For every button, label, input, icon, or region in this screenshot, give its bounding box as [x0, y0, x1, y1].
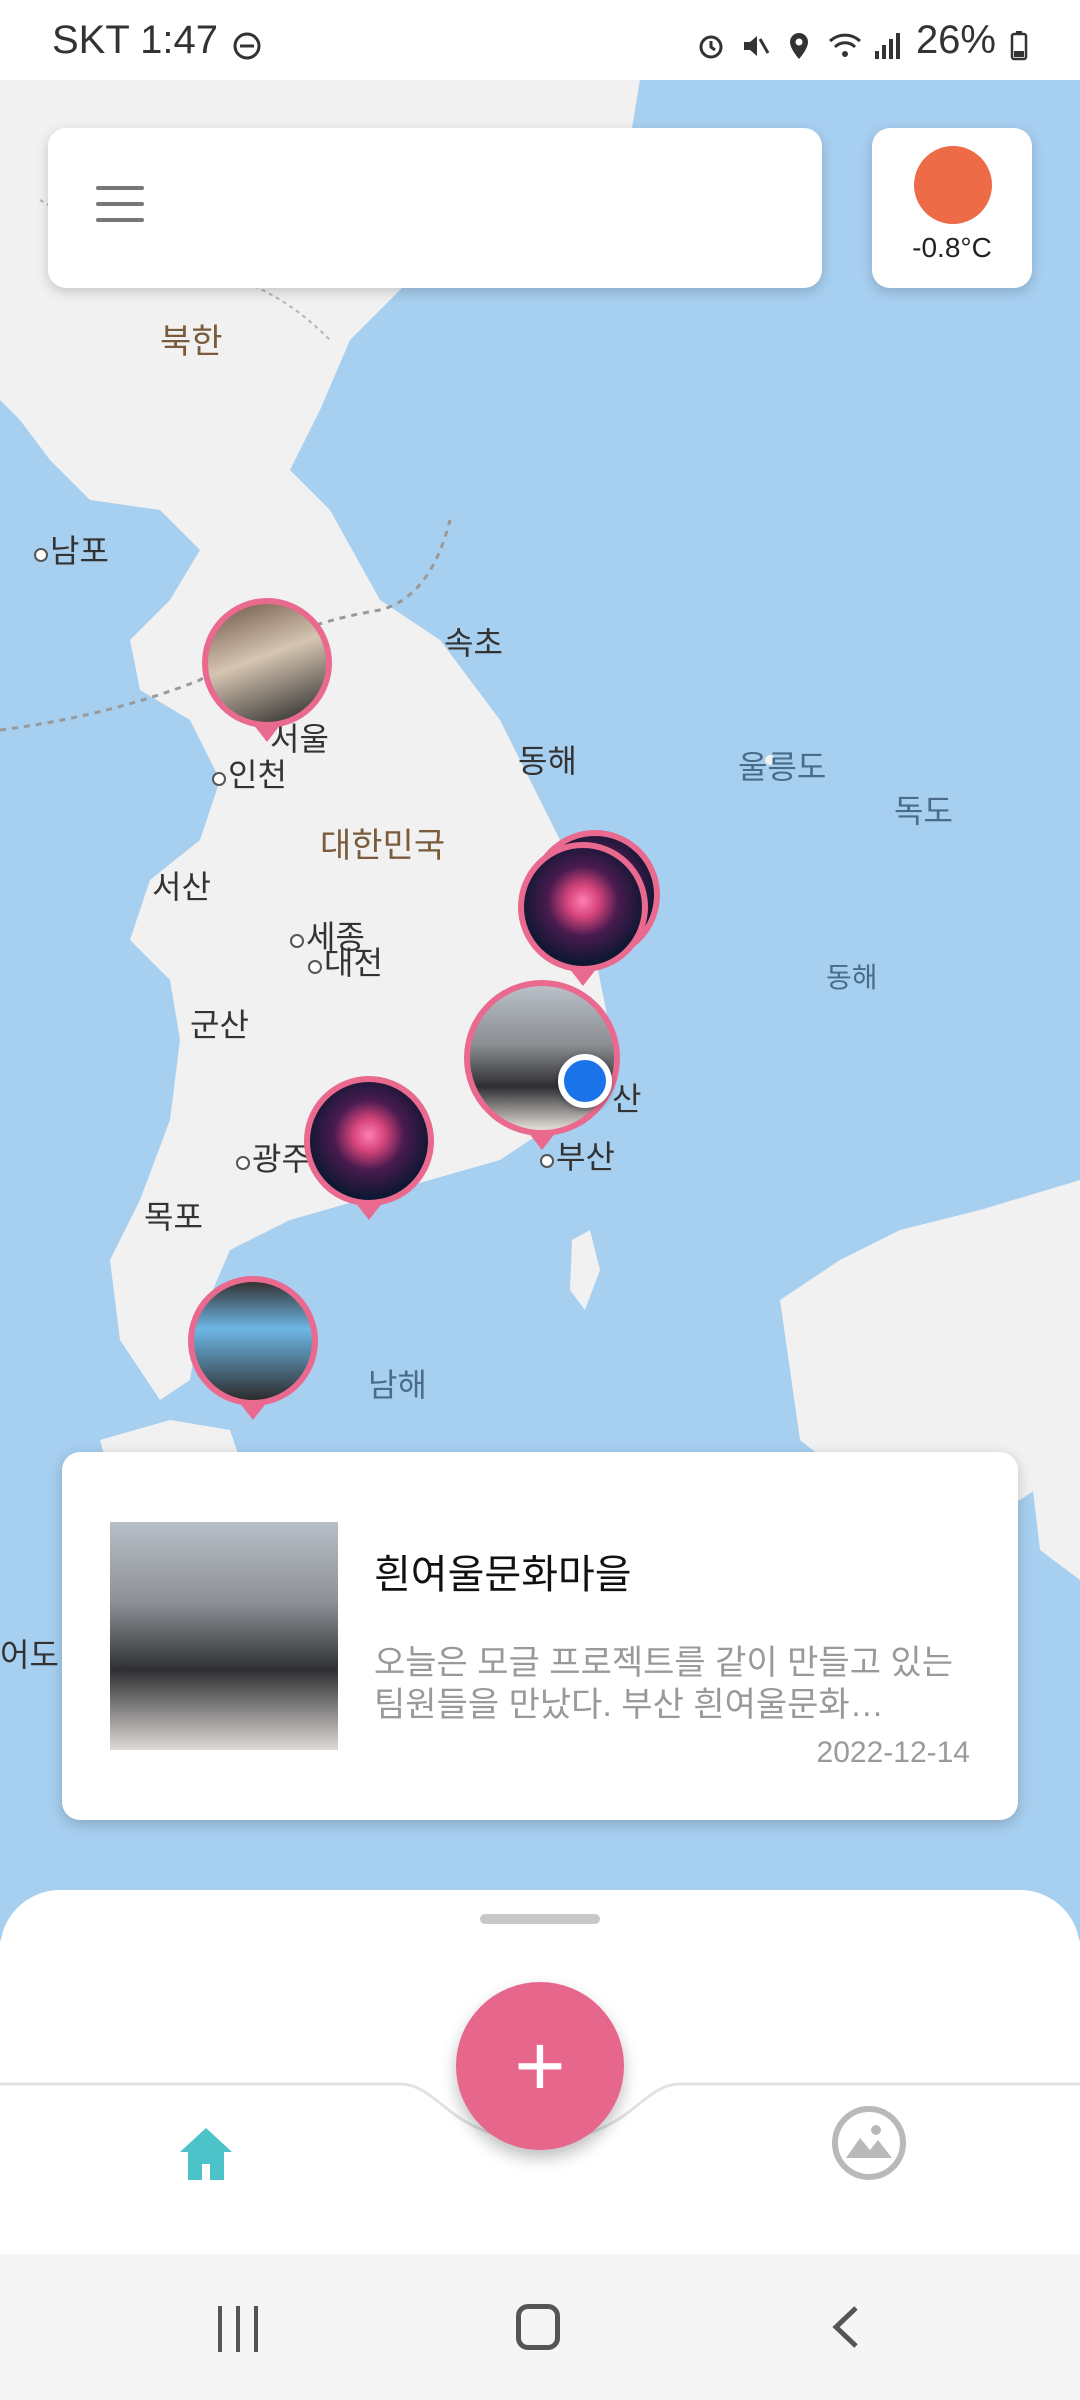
map-label: 속초 — [444, 625, 503, 661]
post-thumbnail — [110, 1522, 338, 1750]
map-label: 동해 — [518, 743, 577, 779]
map-label: 남해 — [368, 1367, 427, 1403]
map-label: 독도 — [894, 793, 953, 829]
map-label: 울릉도 — [738, 749, 827, 785]
pin-tail — [569, 968, 597, 986]
weather-sun-icon — [914, 146, 992, 224]
alarm-icon — [696, 26, 726, 58]
map-label: 군산 — [190, 1007, 249, 1043]
gallery-icon[interactable] — [832, 2106, 906, 2180]
map-label: 북한 — [160, 323, 223, 361]
post-excerpt: 오늘은 모글 프로젝트를 같이 만들고 있는 팀원들을 만났다. 부산 흰여울문… — [374, 1644, 953, 1724]
post-date: 2022-12-14 — [816, 1736, 970, 1769]
status-right: 26% — [696, 18, 1040, 63]
add-icon: + — [514, 2016, 566, 2115]
map-photo-pin[interactable] — [188, 1276, 318, 1406]
post-title: 흰여울문화마을 — [374, 1553, 632, 1597]
pin-tail — [355, 1202, 383, 1220]
map-label: 인천 — [212, 750, 287, 796]
status-bar: SKT 1:47 26% — [0, 0, 1080, 80]
add-button[interactable]: + — [456, 1982, 624, 2150]
menu-icon[interactable] — [96, 186, 144, 226]
location-dot-icon — [558, 1054, 612, 1108]
pin-tail — [253, 724, 281, 742]
weather-widget[interactable]: -0.8°C — [872, 128, 1032, 288]
map-label: 서산 — [152, 869, 211, 905]
dnd-icon — [232, 26, 262, 59]
system-nav-bar — [0, 2254, 1080, 2400]
sheet-drag-handle[interactable] — [480, 1914, 600, 1924]
home-nav-icon[interactable] — [516, 2304, 560, 2350]
home-icon[interactable] — [176, 2124, 236, 2184]
map-label: 남포 — [34, 526, 109, 572]
mute-icon — [740, 26, 770, 56]
pin-tail — [528, 1132, 556, 1150]
map-label: 광주 — [236, 1134, 311, 1180]
map-label: 대전 — [308, 938, 383, 984]
pin-tail — [239, 1402, 267, 1420]
search-bar[interactable] — [48, 128, 822, 288]
status-left: SKT 1:47 — [52, 18, 262, 63]
back-icon[interactable] — [830, 2304, 860, 2350]
wifi-icon — [828, 26, 861, 57]
recents-icon[interactable] — [214, 2306, 264, 2352]
map-label: 동해 — [826, 962, 878, 993]
carrier-time: SKT 1:47 — [52, 18, 219, 62]
battery-percent: 26% — [915, 18, 996, 62]
map-photo-pin[interactable] — [304, 1076, 434, 1206]
map-photo-pin[interactable] — [518, 842, 648, 972]
bottom-sheet[interactable]: + — [0, 1890, 1080, 2280]
map-label: 목포 — [144, 1199, 203, 1235]
map-label: 대한민국 — [320, 827, 446, 865]
battery-icon — [1010, 26, 1040, 60]
temperature: -0.8°C — [912, 232, 992, 263]
map-label: 어도 — [0, 1637, 59, 1673]
post-preview-card[interactable]: 흰여울문화마을 오늘은 모글 프로젝트를 같이 만들고 있는 팀원들을 만났다.… — [62, 1452, 1018, 1820]
map-photo-pin[interactable] — [202, 598, 332, 728]
location-icon — [784, 26, 814, 59]
signal-icon — [872, 26, 902, 59]
